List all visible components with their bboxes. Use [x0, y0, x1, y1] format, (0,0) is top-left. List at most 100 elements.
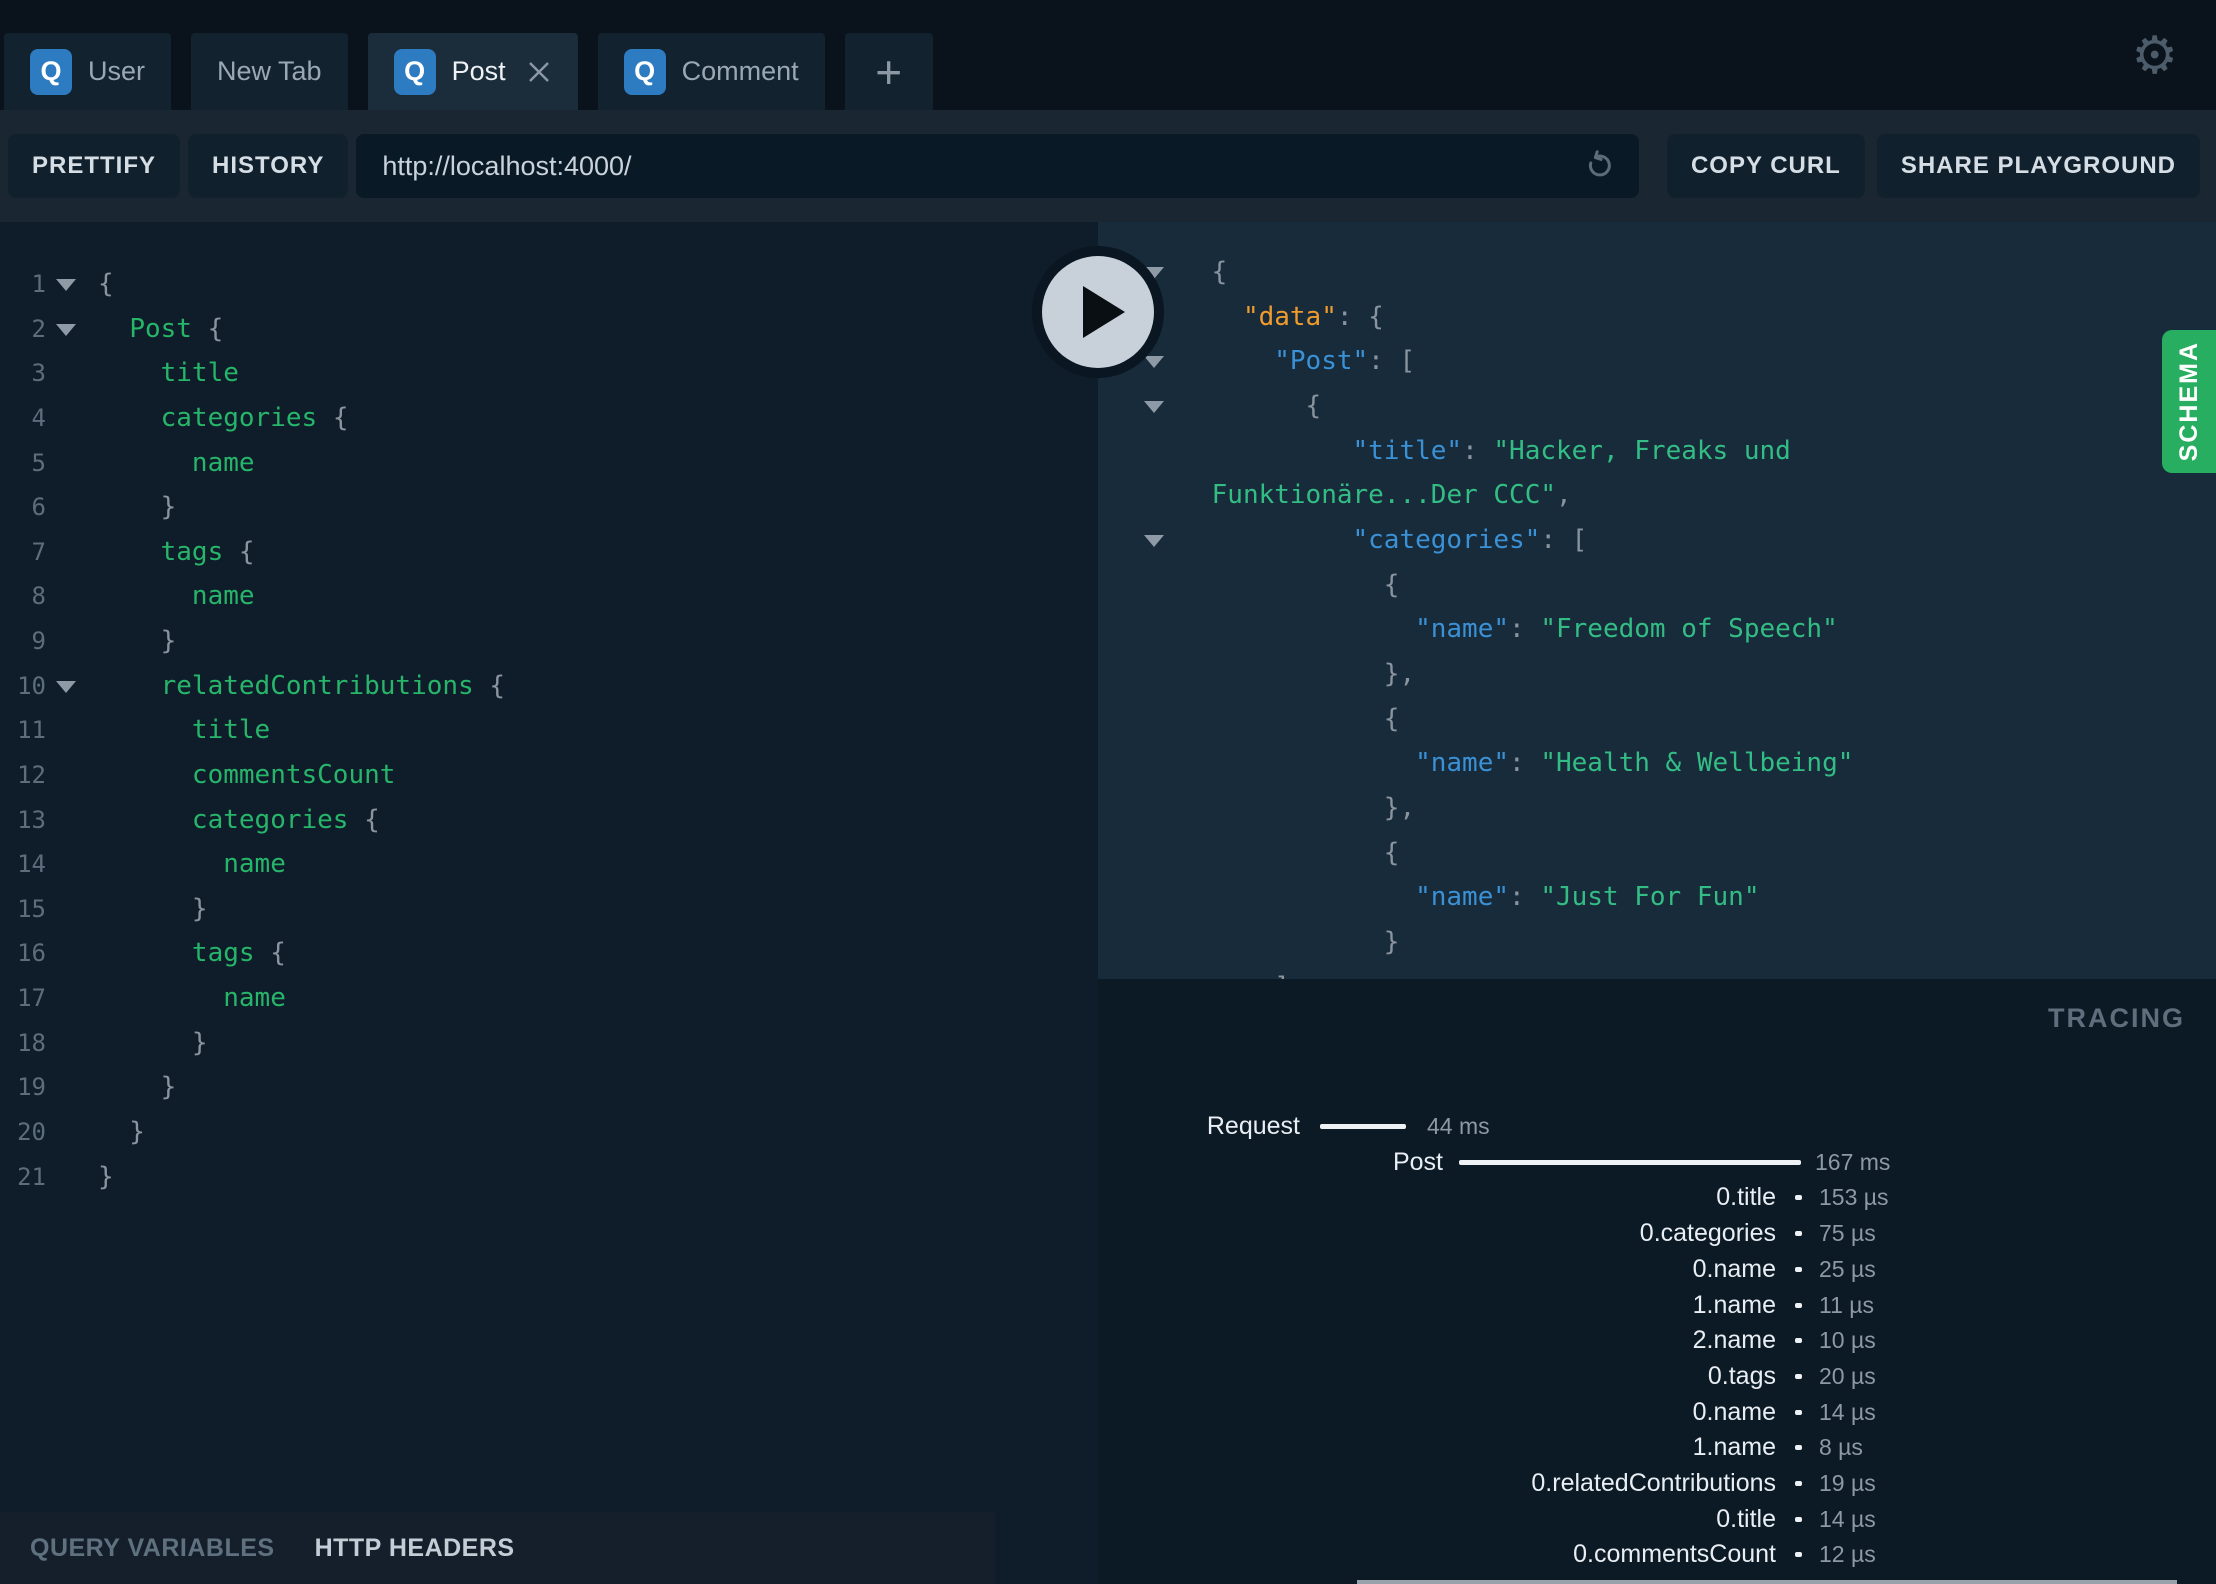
code-token: tags	[191, 938, 255, 969]
tracing-duration-bar	[1795, 1409, 1802, 1415]
code-token: categories	[191, 804, 349, 835]
editor-footer-bar: QUERY VARIABLES HTTP HEADERS	[0, 1512, 995, 1584]
code-text: commentsCount	[98, 753, 396, 798]
code-token: {	[254, 938, 286, 969]
share-playground-button[interactable]: SHARE PLAYGROUND	[1876, 134, 2200, 198]
tracing-duration-bar	[1459, 1159, 1801, 1165]
toolbar: PRETTIFY HISTORY COPY CURL SHARE PLAYGRO…	[0, 110, 2216, 222]
code-text: name	[98, 976, 286, 1021]
history-button[interactable]: HISTORY	[188, 134, 349, 198]
tracing-row: 0.categories 75 µs	[1098, 1215, 2216, 1251]
response-text: Funktionäre...Der CCC",	[1212, 473, 1572, 518]
tracing-duration-bar	[1320, 1124, 1406, 1129]
response-text: {	[1384, 831, 1400, 876]
editor-line: 17 name	[0, 976, 1098, 1021]
gear-icon[interactable]	[2131, 30, 2178, 82]
tracing-duration-value: 25 µs	[1819, 1255, 1876, 1282]
code-token: ]	[1274, 972, 1290, 979]
response-line: "name": "Just For Fun"	[1098, 875, 2216, 920]
response-line: {	[1098, 831, 2216, 876]
tracing-duration-value: 153 µs	[1819, 1184, 1889, 1211]
response-text: "title": "Hacker, Freaks und	[1353, 429, 1791, 474]
code-token: "Post"	[1274, 346, 1369, 377]
code-token: }	[98, 1027, 208, 1058]
line-number: 17	[17, 984, 46, 1013]
code-text: }	[98, 887, 208, 932]
tracing-resolver-label: 0.tags	[1707, 1361, 1776, 1390]
query-editor-pane[interactable]: 1{2 Post {3 title 4 categories {5 name 6 }…	[0, 222, 1098, 1584]
code-token: "name"	[1415, 882, 1510, 913]
editor-line: 5 name	[0, 441, 1098, 486]
response-text: {	[1384, 697, 1400, 742]
fold-triangle-icon[interactable]	[56, 279, 76, 291]
response-line: }	[1098, 920, 2216, 965]
code-token: {	[191, 313, 224, 344]
tracing-row: 0.commentsCount 12 µs	[1098, 1536, 2216, 1572]
tracing-duration-value: 75 µs	[1819, 1220, 1876, 1247]
line-number: 20	[17, 1117, 46, 1146]
fold-triangle-icon[interactable]	[56, 680, 76, 693]
code-token: }	[98, 1116, 145, 1147]
code-token: {	[317, 402, 349, 433]
fold-triangle-icon[interactable]	[1144, 356, 1164, 369]
code-token: commentsCount	[191, 759, 396, 790]
execute-query-button[interactable]	[1032, 246, 1164, 378]
tracing-horizontal-scrollbar[interactable]	[1357, 1580, 2177, 1584]
tab-user[interactable]: Q User	[4, 33, 172, 110]
tab-new-tab[interactable]: New Tab	[191, 33, 348, 110]
response-line: {	[1098, 697, 2216, 742]
code-token: {	[98, 269, 114, 299]
editor-line: 10 relatedContributions {	[0, 664, 1098, 709]
line-number: 6	[31, 493, 46, 522]
response-line: "name": "Freedom of Speech"	[1098, 607, 2216, 652]
prettify-button[interactable]: PRETTIFY	[8, 134, 181, 198]
new-tab-button[interactable]: +	[844, 33, 933, 110]
close-icon[interactable]	[526, 59, 552, 85]
endpoint-url-input[interactable]	[356, 150, 1639, 182]
tab-comment[interactable]: Q Comment	[597, 33, 825, 110]
code-token: {	[348, 804, 380, 835]
tab-post[interactable]: Q Post	[367, 33, 578, 110]
tracing-resolver-label: 1.name	[1692, 1433, 1776, 1462]
code-token: },	[1383, 793, 1416, 824]
schema-tab-label: SCHEMA	[2174, 341, 2203, 462]
code-text: title	[98, 351, 239, 396]
tracing-row: 0.title 153 µs	[1098, 1179, 2216, 1215]
copy-curl-button[interactable]: COPY CURL	[1666, 134, 1865, 198]
line-number: 5	[31, 448, 46, 477]
tracing-duration-value: 10 µs	[1819, 1327, 1876, 1354]
tracing-row: 0.name 25 µs	[1098, 1251, 2216, 1287]
editor-line: 12 commentsCount	[0, 753, 1098, 798]
editor-line: 18 }	[0, 1021, 1098, 1066]
http-headers-tab[interactable]: HTTP HEADERS	[315, 1534, 515, 1563]
fold-triangle-icon[interactable]	[1144, 535, 1164, 548]
code-text: name	[98, 842, 286, 887]
editor-line: 19 }	[0, 1065, 1098, 1110]
line-number: 11	[17, 716, 46, 745]
response-line: },	[1098, 786, 2216, 831]
tracing-duration-bar	[1795, 1266, 1802, 1272]
code-token: : {	[1336, 301, 1384, 332]
response-line: "data": {	[1098, 295, 2216, 340]
tracing-duration-bar	[1795, 1516, 1802, 1522]
tracing-duration-bar	[1795, 1302, 1802, 1308]
fold-triangle-icon[interactable]	[1144, 401, 1164, 413]
code-token: "Hacker, Freaks und	[1493, 435, 1791, 466]
code-token: }	[98, 1072, 177, 1103]
response-line: {	[1098, 384, 2216, 429]
query-variables-tab[interactable]: QUERY VARIABLES	[30, 1534, 275, 1563]
tracing-duration-value: 167 ms	[1815, 1148, 1891, 1175]
tracing-resolver-label: 0.title	[1716, 1183, 1776, 1212]
schema-tab-button[interactable]: SCHEMA	[2162, 330, 2216, 473]
code-text: }	[98, 485, 177, 530]
tracing-duration-value: 8 µs	[1819, 1434, 1863, 1461]
code-token: {	[1383, 569, 1400, 600]
refresh-icon[interactable]	[1581, 148, 1617, 184]
tracing-resolver-label: 0.title	[1716, 1504, 1776, 1533]
fold-triangle-icon[interactable]	[56, 323, 76, 336]
tracing-row: 0.name 14 µs	[1098, 1394, 2216, 1430]
tracing-title: TRACING	[2048, 1003, 2185, 1033]
line-number: 14	[17, 850, 46, 879]
